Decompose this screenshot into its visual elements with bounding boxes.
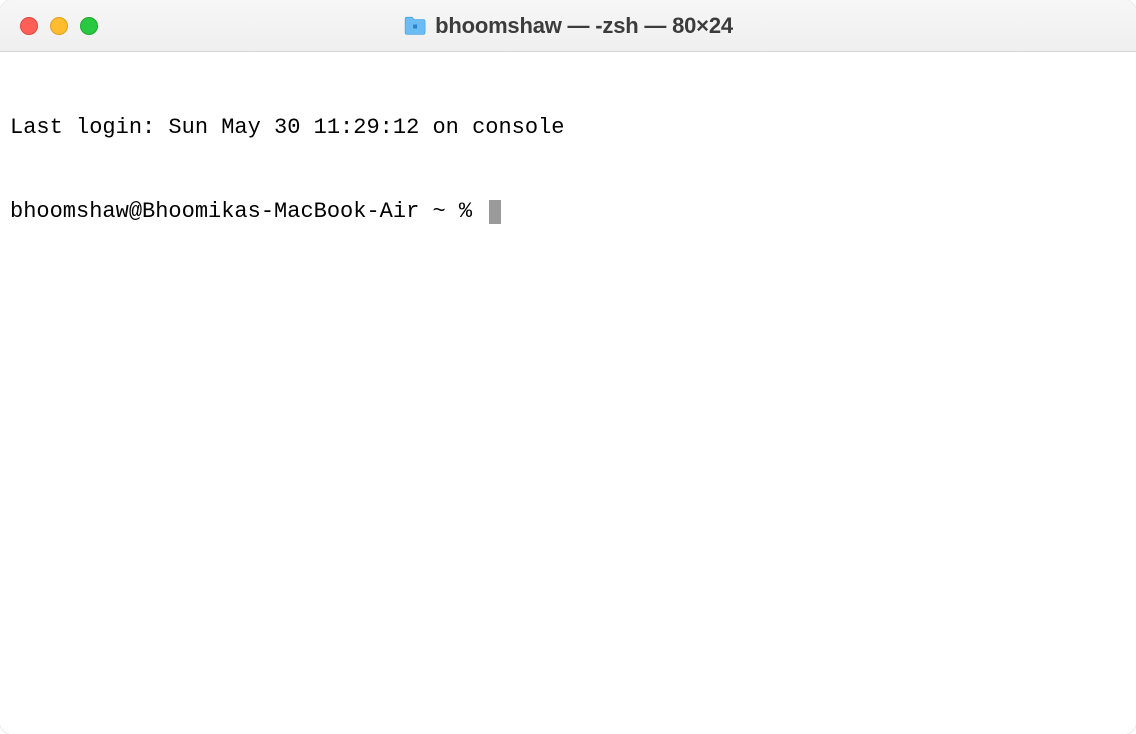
terminal-body[interactable]: Last login: Sun May 30 11:29:12 on conso… [0,52,1136,734]
titlebar[interactable]: bhoomshaw — -zsh — 80×24 [0,0,1136,52]
cursor[interactable] [489,200,501,224]
window-title: bhoomshaw — -zsh — 80×24 [435,13,733,39]
folder-icon [403,16,427,36]
title-center: bhoomshaw — -zsh — 80×24 [403,13,733,39]
maximize-button[interactable] [80,17,98,35]
last-login-text: Last login: Sun May 30 11:29:12 on conso… [10,114,565,142]
minimize-button[interactable] [50,17,68,35]
last-login-line: Last login: Sun May 30 11:29:12 on conso… [10,114,1126,142]
prompt-line: bhoomshaw@Bhoomikas-MacBook-Air ~ % [10,198,1126,226]
traffic-lights [20,17,98,35]
terminal-window: bhoomshaw — -zsh — 80×24 Last login: Sun… [0,0,1136,734]
prompt-text: bhoomshaw@Bhoomikas-MacBook-Air ~ % [10,198,485,226]
close-button[interactable] [20,17,38,35]
